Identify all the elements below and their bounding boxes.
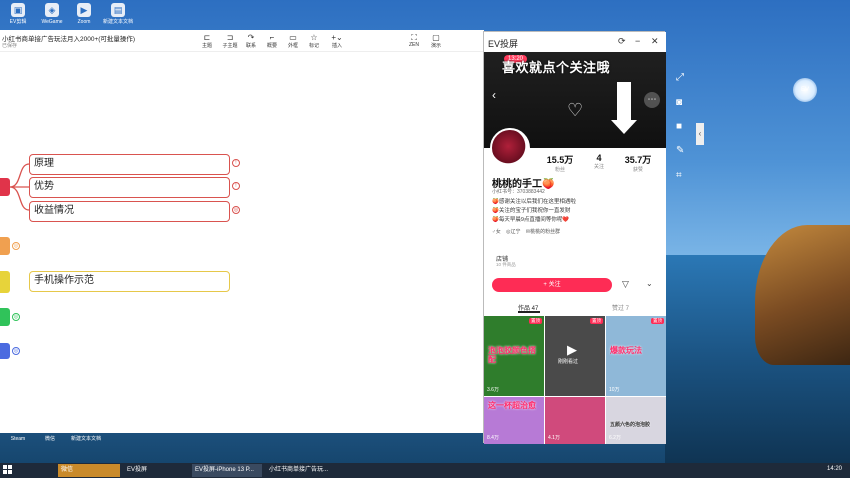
info-icon[interactable]: ◎ bbox=[232, 206, 240, 214]
profile-section: 15.5万 粉丝 4 关注 35.7万 获赞 桃桃的手工🍑 小红书号：37038… bbox=[484, 128, 666, 444]
fan-group-tag[interactable]: ✉桃桃的粉丝群 bbox=[526, 229, 560, 235]
work-card[interactable]: 置顶 泡泡胶颜色搭配 3.6万 bbox=[484, 316, 544, 396]
topic-icon: ⊏ bbox=[203, 33, 211, 42]
mindmap-title: 小红书商单接广告玩法月入2000+(可批量操作) bbox=[2, 36, 136, 43]
play-icon: ▶ bbox=[567, 342, 577, 357]
taskbar-item-ev-iphone[interactable]: EV投屏-iPhone 13 P... bbox=[192, 464, 262, 477]
taskbar: 微信 EV投屏 EV投屏-iPhone 13 P... 小红书商单接广告玩...… bbox=[0, 463, 850, 478]
node-phone-demo[interactable]: 手机操作示范 bbox=[29, 271, 230, 292]
minimize-icon[interactable]: − bbox=[635, 36, 640, 46]
tray-clock[interactable]: 14:20 bbox=[827, 466, 842, 472]
filter-icon[interactable]: ▽ bbox=[622, 279, 629, 290]
plus-icon: +⌄ bbox=[331, 33, 343, 42]
shop-subtitle: 10 件商品 bbox=[496, 262, 516, 267]
down-arrow-icon bbox=[611, 120, 637, 134]
app-icon: ▣ bbox=[11, 3, 25, 17]
video-icon: ▶ bbox=[77, 3, 91, 17]
taskbar-item-wechat[interactable]: 微信 bbox=[58, 464, 120, 477]
taskbar-item-ev[interactable]: EV投屏 bbox=[124, 464, 186, 477]
ev-mirror-window: EV投屏 ⟳ − ✕ 13:20 喜欢就点个关注哦 ♡ ‹ ⋯ 15.5万 粉丝… bbox=[483, 31, 666, 444]
fullscreen-icon[interactable]: ⤢ bbox=[676, 72, 684, 83]
panel-collapse-icon[interactable]: ‹ bbox=[696, 123, 704, 145]
game-icon: ◈ bbox=[45, 3, 59, 17]
mindmap-titlebar: 小红书商单接广告玩法月入2000+(可批量操作) 已保存 ⊏ 主题 ⊐ 子主题 ↷ 联… bbox=[0, 30, 484, 52]
avatar[interactable] bbox=[490, 128, 530, 168]
branch-marker-red[interactable] bbox=[0, 178, 10, 196]
work-card[interactable]: 五颜六色的泡泡胶 6.2万 bbox=[606, 397, 666, 444]
finger-heart-icon: ♡ bbox=[567, 100, 584, 120]
info-icon[interactable]: ! bbox=[232, 182, 240, 190]
star-icon: ☆ bbox=[310, 33, 318, 42]
profile-id: 小红书号：3703883442 bbox=[492, 189, 545, 195]
chevron-down-icon[interactable]: ⌄ bbox=[646, 279, 653, 288]
branch-marker-yellow[interactable] bbox=[0, 271, 10, 293]
node-principle[interactable]: 原理 bbox=[29, 154, 230, 175]
floating-assistant-icon[interactable]: EV bbox=[793, 78, 817, 102]
branch-marker-orange[interactable] bbox=[0, 237, 10, 255]
rotate-icon[interactable]: ⟳ bbox=[618, 36, 626, 47]
mindmap-window: 小红书商单接广告玩法月入2000+(可批量操作) 已保存 ⊏ 主题 ⊐ 子主题 ↷ 联… bbox=[0, 30, 484, 433]
desktop-icon[interactable]: ◈ WeGame bbox=[36, 3, 68, 25]
back-arrow-icon[interactable]: ‹ bbox=[492, 88, 496, 102]
close-icon[interactable]: ✕ bbox=[651, 36, 659, 47]
toolbar-zen-button[interactable]: ⛶ ZEN bbox=[402, 33, 426, 48]
camera-icon[interactable]: ◙ bbox=[676, 97, 682, 108]
present-icon: ▢ bbox=[432, 33, 440, 42]
profile-bio: 🍑感谢关注以后我们在这里相遇啦 🍑关注的宝子们我祝你一直发财 🍑每天早晨9点直播… bbox=[492, 199, 576, 223]
node-advantage[interactable]: 优势 bbox=[29, 177, 230, 198]
desktop-icon[interactable]: ▶ Zoom bbox=[68, 3, 100, 25]
branch-marker-green[interactable] bbox=[0, 308, 10, 326]
branch-marker-blue[interactable] bbox=[0, 343, 10, 359]
gender-tag: ♂女 bbox=[492, 229, 501, 235]
desktop-icon[interactable]: ▤ 新建文本文档 bbox=[102, 3, 134, 25]
banner-text: 喜欢就点个关注哦 bbox=[502, 60, 611, 75]
follow-button[interactable]: + 关注 bbox=[492, 278, 612, 292]
ev-title: EV投屏 bbox=[488, 39, 519, 49]
ev-side-toolbar: ⤢ ◙ ■ ✎ ⌗ bbox=[666, 64, 696, 194]
node-income[interactable]: 收益情况 bbox=[29, 201, 230, 222]
work-card[interactable]: 置顶 爆款玩法 10万 bbox=[606, 316, 666, 396]
crop-icon[interactable]: ⌗ bbox=[676, 170, 682, 181]
record-icon[interactable]: ■ bbox=[676, 121, 682, 132]
stat-likes[interactable]: 35.7万 获赞 bbox=[618, 153, 658, 173]
desktop-icon[interactable]: 新建文本文档 bbox=[66, 436, 106, 442]
toolbar-insert-button[interactable]: +⌄ 插入 bbox=[325, 33, 349, 49]
text-file-icon: ▤ bbox=[111, 3, 125, 17]
desktop-icon[interactable]: ▣ EV剪辑 bbox=[2, 3, 34, 25]
stat-followers[interactable]: 15.5万 粉丝 bbox=[540, 153, 580, 173]
ev-titlebar: EV投屏 ⟳ − ✕ bbox=[484, 32, 666, 52]
profile-tags: ♂女 ◎辽宁 ✉桃桃的粉丝群 bbox=[492, 228, 564, 235]
work-card[interactable]: 4.1万 bbox=[545, 397, 605, 444]
arrow-shaft bbox=[617, 82, 631, 122]
save-status: 已保存 bbox=[2, 43, 18, 49]
collapse-icon[interactable]: ◎ bbox=[12, 313, 20, 321]
work-card[interactable]: 置顶 ▶ 刚刚看过 bbox=[545, 316, 605, 396]
desktop-icon[interactable]: 微信 bbox=[34, 436, 66, 442]
collapse-icon[interactable]: ◎ bbox=[12, 242, 20, 250]
work-card[interactable]: 这一杯超治愈 8.4万 bbox=[484, 397, 544, 444]
tab-indicator bbox=[518, 311, 540, 313]
works-grid: 置顶 泡泡胶颜色搭配 3.6万 置顶 ▶ 刚刚看过 置顶 爆款玩法 10万 这一… bbox=[484, 316, 666, 444]
brush-icon[interactable]: ✎ bbox=[676, 145, 684, 156]
desktop-wallpaper-rock bbox=[755, 225, 850, 365]
desktop-icon[interactable]: Steam bbox=[2, 436, 34, 442]
windows-start-icon[interactable] bbox=[3, 465, 13, 475]
info-icon[interactable]: ! bbox=[232, 159, 240, 167]
toolbar-present-button[interactable]: ▢ 演示 bbox=[424, 33, 448, 49]
zen-icon: ⛶ bbox=[411, 33, 417, 42]
stat-following[interactable]: 4 关注 bbox=[579, 153, 619, 170]
more-icon[interactable]: ⋯ bbox=[644, 92, 660, 108]
toolbar-topic-button[interactable]: ⊏ 主题 bbox=[195, 33, 219, 49]
location-tag: ◎辽宁 bbox=[506, 229, 521, 235]
collapse-icon[interactable]: ◎ bbox=[12, 347, 20, 355]
toolbar-mark-button[interactable]: ☆ 标记 bbox=[302, 33, 326, 49]
taskbar-item-mindmap[interactable]: 小红书商单接广告玩... bbox=[266, 464, 332, 477]
tab-liked[interactable]: 赞过 7 bbox=[612, 303, 629, 312]
